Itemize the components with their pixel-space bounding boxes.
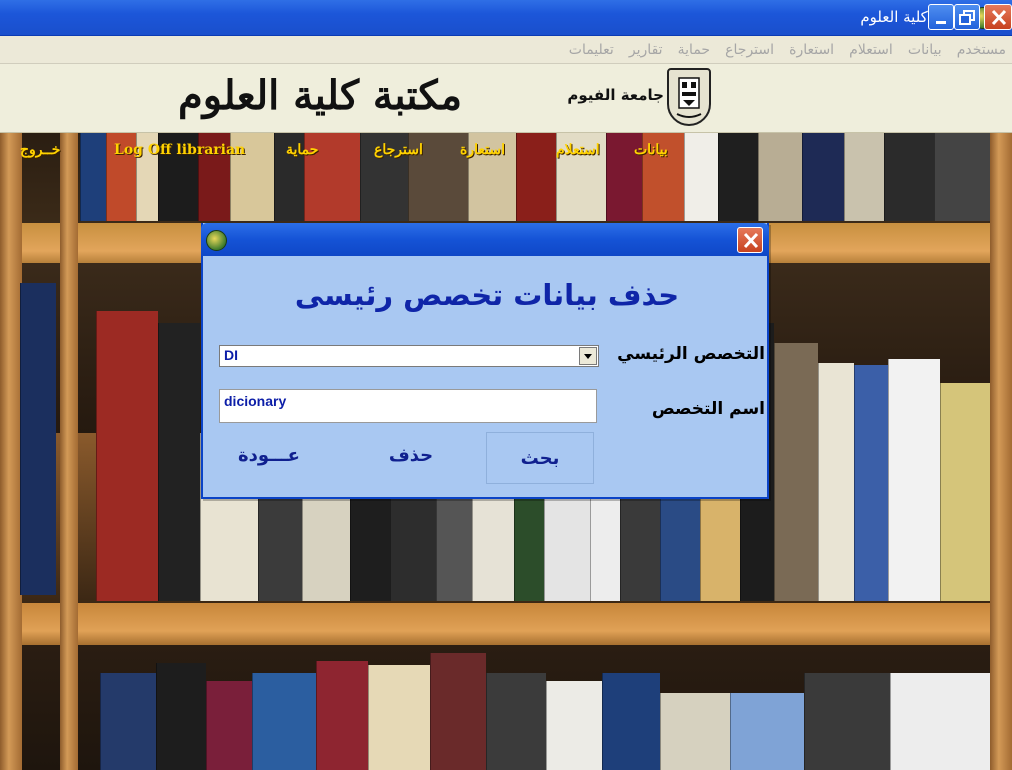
menu-help[interactable]: تعليمات: [569, 36, 614, 64]
book-spine: [620, 493, 660, 601]
main-specialty-select[interactable]: DI: [219, 345, 599, 367]
book-spine: [96, 311, 158, 601]
dialog-heading: حذف بيانات تخصص رئيسى: [294, 278, 680, 312]
book-spine: [888, 359, 940, 601]
minimize-icon: [936, 21, 946, 24]
book-spine: [818, 363, 854, 601]
delete-button[interactable]: حذف: [381, 445, 441, 466]
menu-user[interactable]: مستخدم: [957, 36, 1006, 64]
dialog-titlebar: [201, 223, 769, 256]
specialty-name-label: اسم التخصص: [651, 399, 765, 419]
book-spine: [302, 493, 350, 601]
shelf-upright-right: [990, 133, 1012, 770]
book-spine: [890, 673, 990, 770]
nav-protection-link[interactable]: حماية: [286, 142, 318, 158]
menu-reports[interactable]: تقارير: [629, 36, 663, 64]
back-button[interactable]: عـــودة: [229, 445, 309, 466]
nav-exit-link[interactable]: خــروج: [20, 142, 60, 158]
book-spine: [252, 673, 316, 770]
delete-specialty-dialog: حذف بيانات تخصص رئيسى التخصص الرئيسي DI …: [201, 223, 769, 499]
window-titlebar: مكتبة كلية العلوم: [0, 0, 1012, 36]
close-icon: [743, 232, 759, 249]
book-spine: [486, 673, 546, 770]
chevron-down-icon: [584, 354, 592, 359]
menu-return[interactable]: استرجاع: [725, 36, 774, 64]
menu-protection[interactable]: حماية: [678, 36, 710, 64]
menu-bar: مستخدم بيانات استعلام استعارة استرجاع حم…: [0, 36, 1012, 64]
book-spine: [544, 493, 590, 601]
nav-query-link[interactable]: استعلام: [556, 142, 600, 158]
library-title: مكتبة كلية العلوم: [177, 72, 463, 119]
book-spine: [774, 343, 818, 601]
book-spine: [20, 283, 56, 595]
shelf-upright-left-inner: [60, 133, 78, 770]
book-spine: [546, 681, 602, 770]
university-crest-icon: [667, 68, 711, 126]
close-button[interactable]: [984, 4, 1012, 30]
book-spine: [602, 673, 660, 770]
book-spine: [430, 653, 486, 770]
restore-icon: [959, 10, 975, 25]
nav-return-link[interactable]: استرجاع: [374, 142, 423, 158]
book-spine: [390, 493, 436, 601]
book-spine: [368, 665, 430, 770]
menu-query[interactable]: استعلام: [849, 36, 893, 64]
restore-button[interactable]: [954, 4, 980, 30]
shelf-upright-left: [0, 133, 22, 770]
book-spine: [158, 323, 200, 601]
main-navigation: بيانات استعلام استعارة استرجاع حماية Log…: [0, 142, 1012, 168]
book-spine: [854, 365, 888, 601]
search-button[interactable]: بحث: [486, 432, 594, 484]
minimize-button[interactable]: [928, 4, 954, 30]
nav-data-link[interactable]: بيانات: [634, 142, 668, 158]
specialty-name-field[interactable]: [220, 390, 596, 412]
menu-data[interactable]: بيانات: [908, 36, 942, 64]
book-spine: [436, 493, 472, 601]
dialog-close-button[interactable]: [737, 227, 763, 253]
close-icon: [991, 9, 1007, 26]
book-spine: [350, 493, 390, 601]
book-spine: [730, 693, 804, 770]
book-spine: [100, 673, 156, 770]
book-spine: [660, 693, 730, 770]
book-spine: [660, 493, 700, 601]
nav-logoff-link[interactable]: Log Off librarian: [114, 142, 245, 158]
main-specialty-label: التخصص الرئيسي: [617, 344, 765, 364]
menu-borrow[interactable]: استعارة: [789, 36, 834, 64]
main-specialty-value: DI: [224, 347, 238, 363]
book-spine: [940, 383, 990, 601]
book-spine: [804, 673, 890, 770]
university-name: جامعة الفيوم: [567, 86, 664, 104]
specialty-name-field-box: [219, 389, 597, 423]
book-spine: [590, 493, 620, 601]
dropdown-button[interactable]: [579, 347, 597, 365]
book-spine: [258, 493, 302, 601]
book-spine: [700, 493, 740, 601]
book-spine: [156, 663, 206, 770]
book-spine: [514, 493, 544, 601]
nav-borrow-link[interactable]: استعارة: [460, 142, 505, 158]
book-spine: [316, 661, 368, 770]
header-banner: مكتبة كلية العلوم جامعة الفيوم: [0, 64, 1012, 133]
book-spine: [472, 493, 514, 601]
app-icon: [206, 230, 227, 251]
book-spine: [206, 681, 252, 770]
